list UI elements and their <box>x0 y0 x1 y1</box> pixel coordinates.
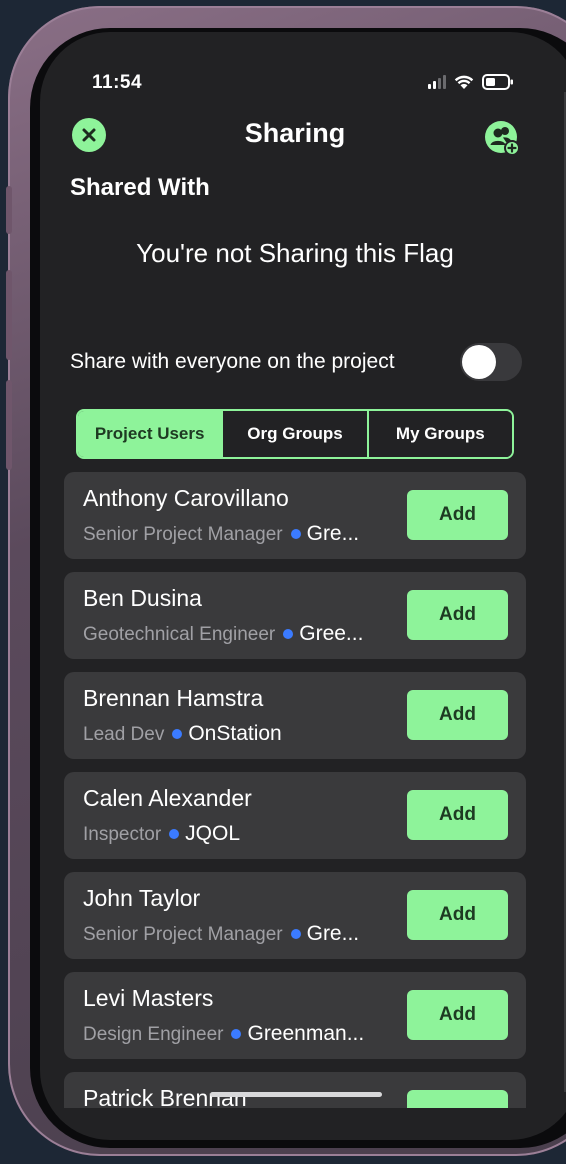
add-user-row-button[interactable] <box>407 1090 508 1108</box>
share-everyone-toggle[interactable] <box>460 343 522 381</box>
user-row: John Taylor Senior Project Manager Gre...… <box>64 872 526 959</box>
user-name: John Taylor <box>83 885 201 911</box>
user-row: Calen Alexander Inspector JQOL Add <box>64 772 526 859</box>
phone-side-button <box>6 186 12 234</box>
user-type-tabs: Project Users Org Groups My Groups <box>76 409 514 459</box>
stage: 11:54 Sharing Shared With You're not Sha… <box>0 0 566 1164</box>
user-org: JQOL <box>185 822 241 845</box>
shared-with-heading: Shared With <box>70 174 210 201</box>
user-org: Gre... <box>306 522 360 545</box>
user-org: Gre... <box>306 922 360 945</box>
wifi-icon <box>454 75 474 89</box>
user-role: Inspector <box>83 824 162 845</box>
user-name: Ben Dusina <box>83 585 202 611</box>
add-user-row-button[interactable]: Add <box>407 990 508 1040</box>
app-screen: 11:54 Sharing Shared With You're not Sha… <box>40 32 566 1140</box>
status-icons <box>428 74 514 90</box>
cellular-signal-icon <box>428 75 446 89</box>
user-details: Geotechnical Engineer Gree... <box>83 622 395 646</box>
user-name: Brennan Hamstra <box>83 685 264 711</box>
org-dot-icon <box>172 729 183 740</box>
share-everyone-label: Share with everyone on the project <box>70 350 395 373</box>
user-row: Ben Dusina Geotechnical Engineer Gree... … <box>64 572 526 659</box>
status-time: 11:54 <box>92 72 143 93</box>
user-row: Brennan Hamstra Lead Dev OnStation Add <box>64 672 526 759</box>
battery-icon <box>482 74 513 90</box>
user-row: Anthony Carovillano Senior Project Manag… <box>64 472 526 559</box>
add-user-row-button[interactable]: Add <box>407 890 508 940</box>
org-dot-icon <box>290 929 301 940</box>
user-row: Levi Masters Design Engineer Greenman... … <box>64 972 526 1059</box>
org-dot-icon <box>169 829 180 840</box>
tab-project-users[interactable]: Project Users <box>78 411 224 457</box>
tab-my-groups[interactable]: My Groups <box>368 411 512 457</box>
user-name: Levi Masters <box>83 985 214 1011</box>
phone-side-button <box>6 270 12 360</box>
add-user-icon <box>485 121 520 156</box>
toggle-knob <box>462 345 496 379</box>
user-org: OnStation <box>188 722 282 745</box>
home-indicator[interactable] <box>210 1092 382 1097</box>
user-details: Senior Project Manager Gre... <box>83 522 395 546</box>
project-users-list[interactable]: Anthony Carovillano Senior Project Manag… <box>64 472 526 1108</box>
not-sharing-message: You're not Sharing this Flag <box>136 238 454 268</box>
add-user-row-button[interactable]: Add <box>407 690 508 740</box>
user-role: Senior Project Manager <box>83 524 283 545</box>
org-dot-icon <box>283 629 294 640</box>
add-user-row-button[interactable]: Add <box>407 490 508 540</box>
user-name: Calen Alexander <box>83 785 252 811</box>
user-details: Senior Project Manager Gre... <box>83 922 395 946</box>
add-user-row-button[interactable]: Add <box>407 790 508 840</box>
user-role: Lead Dev <box>83 724 165 745</box>
user-org: Greenman... <box>247 1022 365 1045</box>
user-row: Patrick Brennan <box>64 1072 526 1108</box>
user-details: Lead Dev OnStation <box>83 722 395 746</box>
org-dot-icon <box>290 529 301 540</box>
page-title: Sharing <box>244 118 346 148</box>
user-name: Anthony Carovillano <box>83 485 289 511</box>
add-user-button[interactable] <box>484 120 522 158</box>
user-details: Design Engineer Greenman... <box>83 1022 395 1046</box>
phone-side-button <box>6 380 12 470</box>
add-user-row-button[interactable]: Add <box>407 590 508 640</box>
user-role: Senior Project Manager <box>83 924 283 945</box>
user-org: Gree... <box>299 622 364 645</box>
tab-org-groups[interactable]: Org Groups <box>223 411 369 457</box>
user-role: Geotechnical Engineer <box>83 624 276 645</box>
user-details: Inspector JQOL <box>83 822 395 846</box>
user-role: Design Engineer <box>83 1024 224 1045</box>
org-dot-icon <box>231 1029 242 1040</box>
